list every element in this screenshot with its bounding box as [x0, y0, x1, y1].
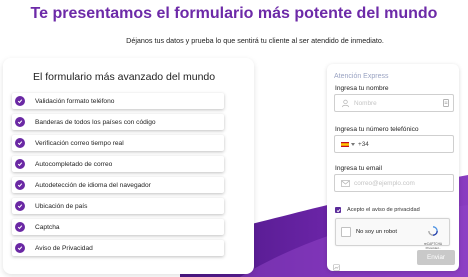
recaptcha-widget: No soy un robot reCAPTCHA Privacidad - T…	[335, 218, 450, 254]
check-icon	[15, 222, 25, 233]
mail-icon	[341, 179, 350, 187]
form-header: Atención Express	[334, 73, 389, 80]
chevron-down-icon[interactable]	[351, 142, 355, 146]
list-item-label: Verificación correo tiempo real	[35, 139, 124, 147]
list-item: Ubicación de país	[12, 198, 224, 215]
list-item-label: Aviso de Privacidad	[35, 244, 93, 252]
list-item-label: Autocompletado de correo	[35, 160, 113, 168]
name-field[interactable]: Nombre	[334, 94, 454, 112]
user-icon	[341, 99, 350, 108]
list-item-label: Ubicación de país	[35, 202, 88, 210]
check-icon	[15, 180, 25, 191]
features-card: El formulario más avanzado del mundo Val…	[3, 58, 254, 274]
send-button[interactable]: Enviar	[417, 250, 455, 265]
phone-prefix: +34	[358, 140, 369, 148]
recaptcha-icon	[428, 226, 438, 236]
phone-label: Ingresa tu número telefónico	[335, 126, 419, 133]
email-label: Ingresa tu email	[335, 165, 382, 172]
name-placeholder: Nombre	[354, 99, 377, 107]
email-placeholder: correo@ejemplo.com	[354, 179, 415, 187]
spain-flag-icon[interactable]	[341, 141, 349, 147]
list-item-label: Banderas de todos los países con código	[35, 118, 156, 126]
features-list: Validación formato teléfono Banderas de …	[12, 93, 224, 261]
page-subtitle: Déjanos tus datos y prueba lo que sentir…	[126, 36, 384, 45]
list-item-label: Autodetección de idioma del navegador	[35, 181, 151, 189]
features-title: El formulario más avanzado del mundo	[33, 71, 216, 83]
phone-field[interactable]: +34	[334, 135, 454, 153]
privacy-consent[interactable]: Acepto el aviso de privacidad	[335, 207, 420, 213]
list-item: Autocompletado de correo	[12, 156, 224, 173]
contact-form: Atención Express Ingresa tu nombre Nombr…	[327, 64, 459, 271]
list-item: Autodetección de idioma del navegador	[12, 177, 224, 194]
recaptcha-label: No soy un robot	[356, 229, 397, 235]
list-item: Aviso de Privacidad	[12, 240, 224, 257]
check-icon	[15, 117, 25, 128]
list-item: Banderas de todos los países con código	[12, 114, 224, 131]
form-logo-icon	[333, 258, 340, 276]
list-item: Verificación correo tiempo real	[12, 135, 224, 152]
check-icon	[15, 159, 25, 170]
list-item-label: Captcha	[35, 223, 60, 231]
recaptcha-checkbox[interactable]	[341, 227, 351, 237]
list-item: Validación formato teléfono	[12, 93, 224, 109]
check-icon	[15, 96, 25, 106]
check-icon	[15, 243, 25, 254]
name-label: Ingresa tu nombre	[335, 85, 389, 92]
contact-card-icon	[443, 99, 449, 107]
page-title: Te presentamos el formulario más potente…	[30, 5, 438, 22]
email-field[interactable]: correo@ejemplo.com	[334, 174, 454, 192]
list-item: Captcha	[12, 219, 224, 236]
check-icon	[15, 201, 25, 212]
privacy-checkbox[interactable]	[335, 207, 341, 213]
privacy-label: Acepto el aviso de privacidad	[347, 207, 420, 213]
list-item-label: Validación formato teléfono	[35, 97, 115, 105]
check-icon	[15, 138, 25, 149]
